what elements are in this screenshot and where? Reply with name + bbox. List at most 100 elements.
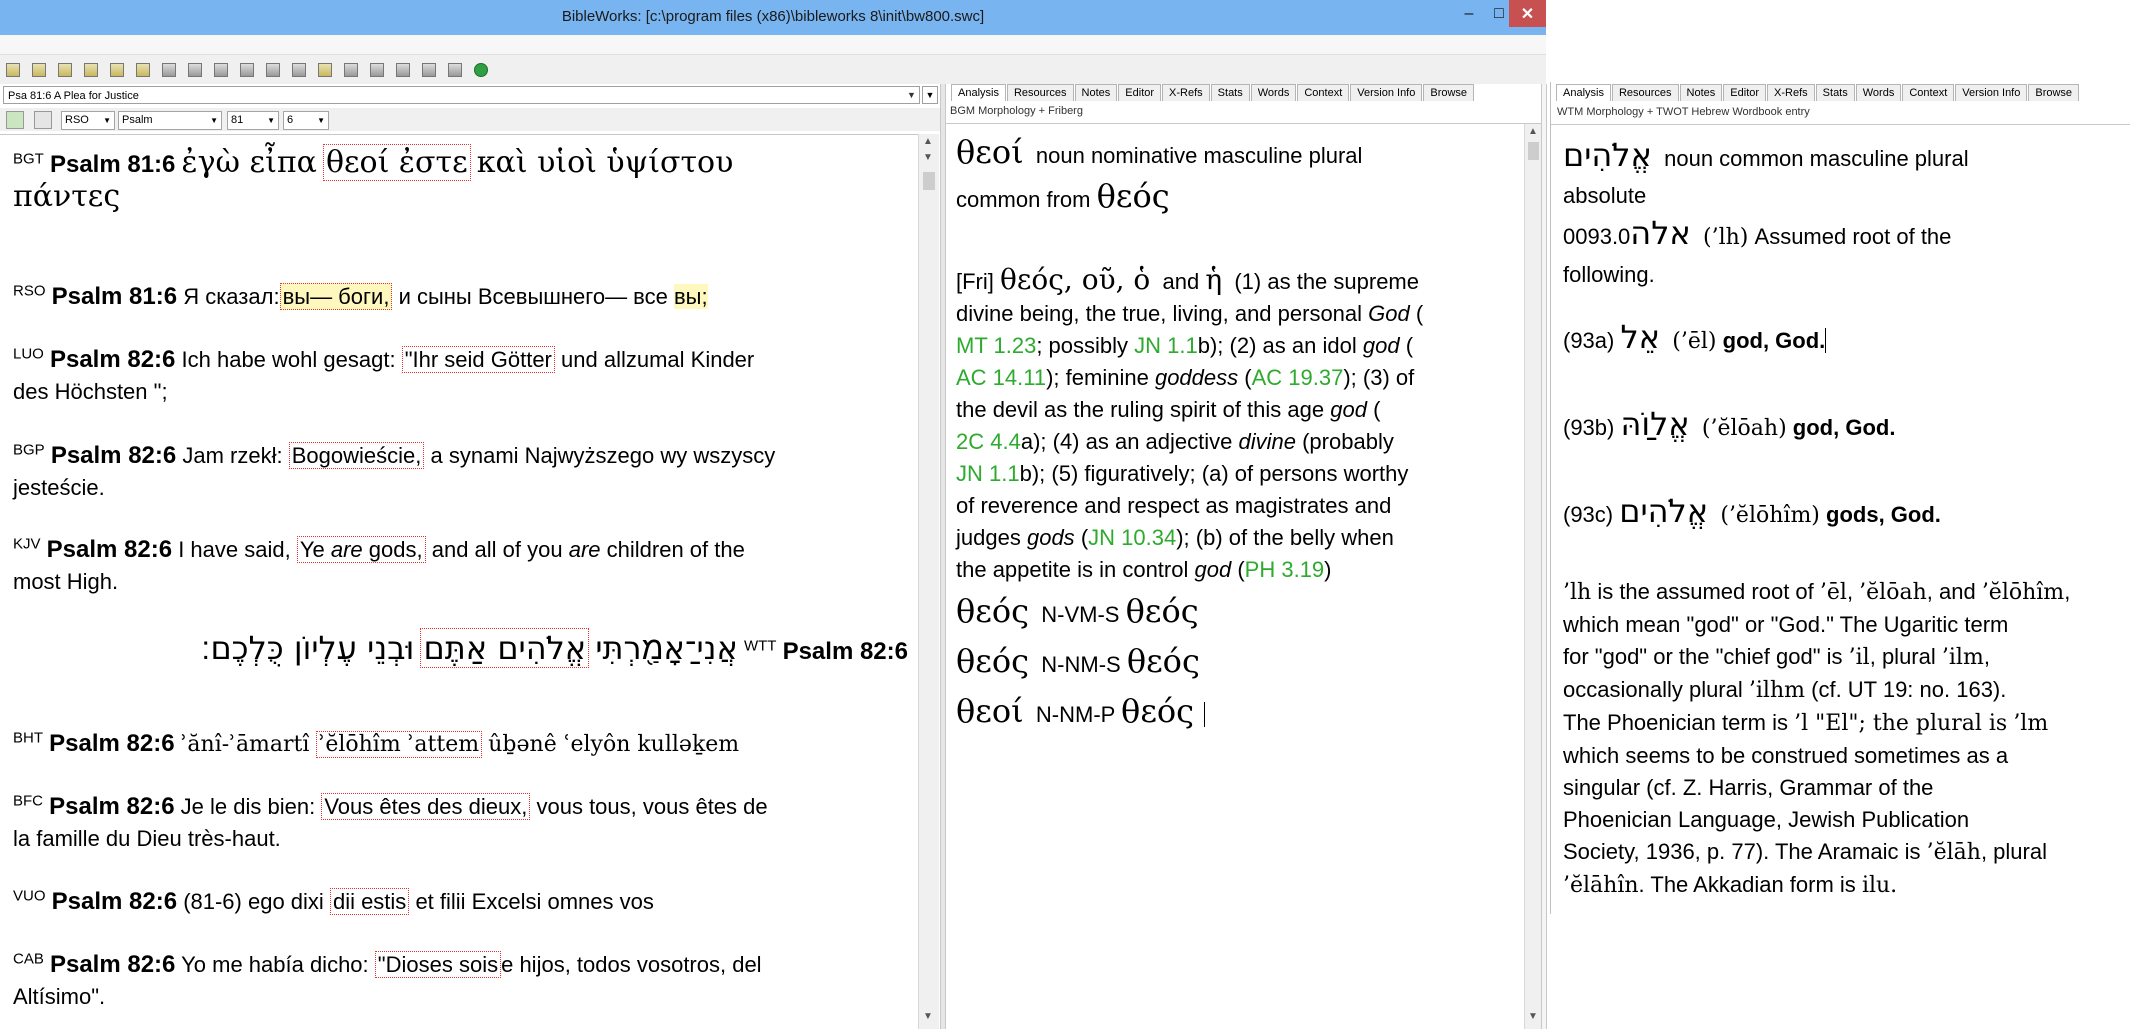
scroll-thumb[interactable]: [923, 172, 935, 190]
parse-row: θεός N-VM-S θεός: [956, 592, 1199, 630]
verse-bgt: BGT Psalm 81:6 ἐγὼ εἶπα θεοί ἐστε καὶ υἱ…: [13, 144, 734, 214]
minimize-button[interactable]: –: [1454, 0, 1484, 27]
analysis-subtitle: WTM Morphology + TWOT Hebrew Wordbook en…: [1557, 106, 1810, 118]
browse-scrollbar[interactable]: ▲ ▼ ▼: [918, 134, 939, 1029]
pane-divider[interactable]: [1541, 84, 1547, 1029]
parse-list: θεός N-VM-S θεός θεός N-NM-S θεός θεοί N…: [956, 588, 1516, 738]
tab-xrefs[interactable]: X-Refs: [1767, 84, 1815, 101]
scroll-down-icon[interactable]: ▼: [923, 152, 933, 163]
search-hit[interactable]: Vous êtes des dieux,: [321, 793, 531, 820]
analysis-pane-hebrew: Analysis Resources Notes Editor X-Refs S…: [1550, 82, 2130, 914]
xref-link[interactable]: MT 1.23: [956, 333, 1036, 358]
xref-link[interactable]: AC 14.11: [956, 365, 1046, 390]
verse-rso: RSO Psalm 81:6 Я сказал: вы— боги, и сыны…: [13, 282, 708, 310]
tab-stats[interactable]: Stats: [1815, 84, 1855, 101]
xref-link[interactable]: PH 3.19: [1245, 557, 1325, 582]
save-icon[interactable]: [32, 62, 46, 77]
reference-combobox[interactable]: Psa 81:6 A Plea for Justice: [3, 86, 920, 104]
tab-editor[interactable]: Editor: [1723, 84, 1767, 101]
tab-context[interactable]: Context: [1297, 84, 1350, 101]
lexicon-entry: (93c) אֱלֹהִים (’ĕlōhîm) gods, God.: [1563, 492, 1941, 530]
menu-strip: [0, 35, 1546, 55]
verse-select[interactable]: 6 ▼: [283, 111, 329, 130]
tab-version-info[interactable]: Version Info: [1955, 84, 2028, 101]
tools-icon[interactable]: [58, 62, 72, 77]
tab-words[interactable]: Words: [1250, 84, 1297, 101]
lexicon-paragraph: ’lh is the assumed root of ’ēl, ’ĕlōah, …: [1563, 579, 2071, 898]
search-hit[interactable]: Ye are gods,: [296, 536, 426, 563]
search-hit[interactable]: θεοί ἐστε: [322, 144, 471, 181]
book-select[interactable]: Psalm ▼: [118, 111, 222, 130]
user-icon[interactable]: [84, 62, 98, 77]
tab-xrefs[interactable]: X-Refs: [1162, 84, 1210, 101]
add-icon[interactable]: [396, 62, 410, 77]
search-hit[interactable]: "Dioses sois: [374, 951, 502, 978]
tab-context[interactable]: Context: [1902, 84, 1955, 101]
xref-link[interactable]: JN 1.1: [1134, 333, 1198, 358]
tab-notes[interactable]: Notes: [1679, 84, 1723, 101]
search-hit[interactable]: אֱלֹהִים אַתֶּם: [420, 628, 590, 668]
grid-icon[interactable]: [344, 62, 358, 77]
sync-icon[interactable]: [6, 111, 24, 129]
analysis-tabs: Analysis Resources Notes Editor X-Refs S…: [951, 84, 1475, 101]
layout-icon[interactable]: [188, 62, 202, 77]
tab-resources[interactable]: Resources: [1611, 84, 1679, 101]
analysis-tabs: Analysis Resources Notes Editor X-Refs S…: [1556, 84, 2080, 101]
scroll-up-icon[interactable]: ▲: [1528, 126, 1538, 137]
scroll-up-icon[interactable]: ▲: [923, 136, 933, 147]
search-hit[interactable]: Bogowieście,: [288, 442, 425, 469]
search-hit[interactable]: ʾĕlōhîm ʾattem: [315, 731, 483, 758]
xref-link[interactable]: JN 10.34: [1088, 525, 1176, 550]
tab-stats[interactable]: Stats: [1210, 84, 1250, 101]
tab-resources[interactable]: Resources: [1006, 84, 1074, 101]
tab-analysis[interactable]: Analysis: [1556, 84, 1611, 101]
tab-browse[interactable]: Browse: [2028, 84, 2080, 101]
scroll-down-icon[interactable]: ▼: [1528, 1011, 1538, 1022]
marker-icon[interactable]: [318, 62, 332, 77]
parse-icon[interactable]: [370, 62, 384, 77]
highlight-icon[interactable]: [110, 62, 124, 77]
chapter-select[interactable]: 81 ▼: [227, 111, 279, 130]
reference-menu-button[interactable]: ▼: [922, 86, 938, 104]
link-icon[interactable]: [34, 111, 52, 129]
xref-link[interactable]: AC 19.37: [1252, 365, 1344, 390]
window-title: BibleWorks: [c:\program files (x86)\bibl…: [561, 8, 985, 25]
list-icon[interactable]: [214, 62, 228, 77]
globe-icon[interactable]: [474, 62, 488, 77]
version-selector-row: RSO ▼ Psalm ▼ 81 ▼ 6 ▼: [0, 108, 940, 131]
xref-link[interactable]: JN 1.1: [956, 461, 1020, 486]
verse-bfc: BFC Psalm 82:6 Je le dis bien: Vous êtes…: [13, 792, 768, 851]
tab-words[interactable]: Words: [1855, 84, 1902, 101]
word-icon[interactable]: [448, 62, 462, 77]
paste-icon[interactable]: [266, 62, 280, 77]
verse-bht: BHT Psalm 82:6 ʾănî-ʾāmartî ʾĕlōhîm ʾatt…: [13, 729, 740, 758]
tab-browse[interactable]: Browse: [1423, 84, 1475, 101]
tab-analysis[interactable]: Analysis: [951, 84, 1006, 101]
columns-icon[interactable]: [162, 62, 176, 77]
tab-editor[interactable]: Editor: [1118, 84, 1162, 101]
tab-notes[interactable]: Notes: [1074, 84, 1118, 101]
toolbar: [0, 55, 1546, 84]
scroll-thumb[interactable]: [1528, 142, 1539, 160]
lexicon-entry: (93b) אֱלוַֹהּ (’ĕlōah) god, God.: [1563, 405, 1896, 443]
search-icon[interactable]: [6, 62, 20, 77]
verse-wtt: וּבְנֵי עֶלְיוֹן כֻּלְכֶם׃ אֱלֹהִים אַתּ…: [201, 628, 908, 668]
analysis-text: θεοί noun nominative masculine plural co…: [956, 132, 1516, 738]
chevron-down-icon[interactable]: ▼: [903, 86, 920, 104]
analysis-subtitle: BGM Morphology + Friberg: [950, 105, 1083, 117]
search-hit[interactable]: dii estis: [329, 888, 410, 915]
copy-icon[interactable]: [240, 62, 254, 77]
close-button[interactable]: ✕: [1509, 0, 1546, 27]
print-icon[interactable]: [292, 62, 306, 77]
search-hit[interactable]: вы— боги,: [279, 283, 393, 310]
verse-icon[interactable]: [422, 62, 436, 77]
analysis-scrollbar[interactable]: ▲ ▼: [1524, 124, 1542, 1029]
xref-link[interactable]: 2C 4.4: [956, 429, 1021, 454]
notes-icon[interactable]: [136, 62, 150, 77]
search-hit[interactable]: "Ihr seid Götter: [401, 346, 555, 373]
scroll-down-icon[interactable]: ▼: [923, 1011, 933, 1022]
version-select[interactable]: RSO ▼: [61, 111, 115, 130]
tab-version-info[interactable]: Version Info: [1350, 84, 1423, 101]
parse-row: θεοί N-NM-P θεός: [956, 688, 1516, 738]
parse-row: θεός N-NM-S θεός: [956, 642, 1200, 680]
